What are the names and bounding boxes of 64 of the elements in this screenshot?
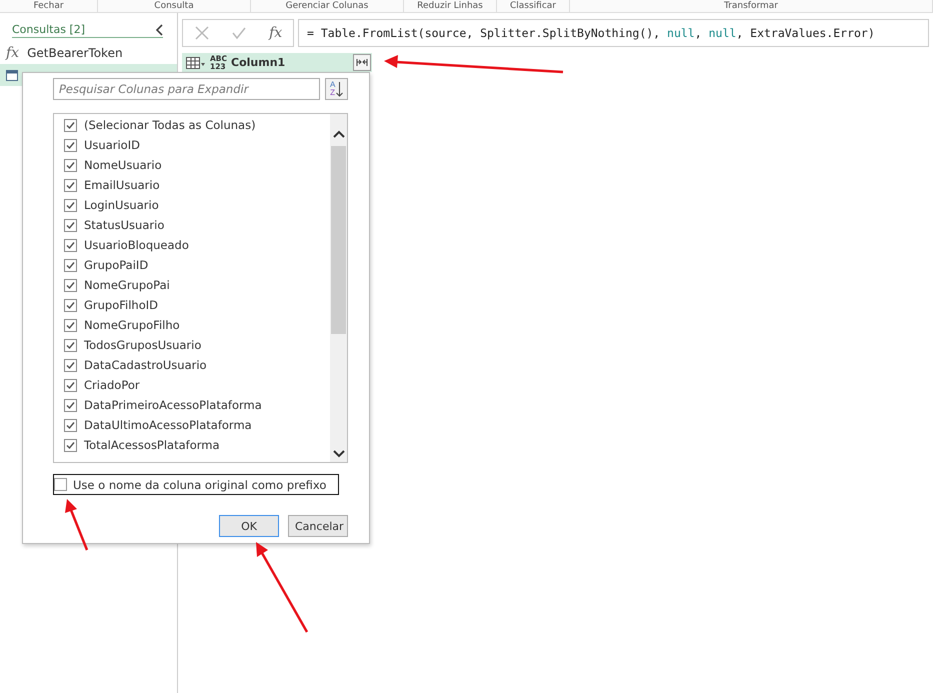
column-option[interactable]: DataUltimoAcessoPlataforma (54, 415, 330, 435)
scroll-down-icon[interactable] (332, 450, 344, 458)
queries-title: Consultas [2] (12, 23, 86, 36)
column-option[interactable]: CriadoPor (54, 375, 330, 395)
checkbox[interactable] (64, 358, 77, 372)
checkbox[interactable] (64, 318, 77, 332)
fx-icon[interactable]: fx (269, 25, 282, 41)
column-option[interactable]: GrupoPaiID (54, 255, 330, 275)
column-option[interactable]: GrupoFilhoID (54, 295, 330, 315)
checkbox[interactable] (64, 178, 77, 192)
column-option[interactable]: NomeUsuario (54, 155, 330, 175)
expand-icon (356, 58, 368, 67)
function-icon: fx (6, 45, 20, 61)
table-menu-icon[interactable] (186, 56, 206, 68)
checkbox[interactable] (64, 238, 77, 252)
scrollbar[interactable] (330, 114, 347, 462)
column-option[interactable]: DataCadastroUsuario (54, 355, 330, 375)
check-icon[interactable] (231, 25, 248, 41)
column-option[interactable]: NomeGrupoFilho (54, 315, 330, 335)
checkbox[interactable] (64, 118, 77, 132)
search-field[interactable]: Pesquisar Colunas para Expandir (53, 78, 320, 100)
column-option[interactable]: UsuarioID (54, 135, 330, 155)
checkbox[interactable] (64, 138, 77, 152)
ribbon-group-label: Transformar (570, 0, 933, 12)
column-option[interactable]: NomeGrupoPai (54, 275, 330, 295)
checkbox[interactable] (64, 378, 77, 392)
ribbon-group-label: Classificar (497, 0, 570, 12)
column-option[interactable]: EmailUsuario (54, 175, 330, 195)
column-option[interactable]: LoginUsuario (54, 195, 330, 215)
ribbon-group-label: Reduzir Linhas (404, 0, 497, 12)
column-option[interactable]: StatusUsuario (54, 215, 330, 235)
column-option[interactable]: DataPrimeiroAcessoPlataforma (54, 395, 330, 415)
cancel-button[interactable]: Cancelar (288, 515, 348, 537)
column-option[interactable]: (Selecionar Todas as Colunas) (54, 115, 330, 135)
ok-button[interactable]: OK (219, 515, 279, 537)
checkbox[interactable] (64, 418, 77, 432)
annotation-arrow (65, 499, 88, 550)
expand-button[interactable] (353, 54, 371, 71)
sort-button[interactable]: A Z (325, 78, 348, 100)
checkbox[interactable] (64, 278, 77, 292)
scroll-up-icon[interactable] (332, 130, 344, 138)
ribbon-group-label: Consulta (98, 0, 251, 12)
query-item[interactable]: fx GetBearerToken (0, 42, 177, 64)
formula-field[interactable]: = Table.FromList(source, Splitter.SplitByNothing(), null, null, ExtraValues.Error) (298, 19, 929, 47)
down-arrow-icon (336, 81, 344, 97)
checkbox[interactable] (64, 258, 77, 272)
column-option[interactable]: UsuarioBloqueado (54, 235, 330, 255)
column-name: Column1 (231, 56, 286, 69)
checkbox[interactable] (64, 298, 77, 312)
checkbox[interactable] (64, 158, 77, 172)
checkbox[interactable] (64, 218, 77, 232)
scrollbar-thumb[interactable] (331, 146, 346, 334)
checkbox[interactable] (64, 338, 77, 352)
column-option[interactable]: TotalAcessosPlataforma (54, 435, 330, 455)
table-icon (6, 70, 18, 80)
ribbon-group-label: Fechar (0, 0, 98, 12)
column-option[interactable]: TodosGruposUsuario (54, 335, 330, 355)
collapse-icon[interactable] (155, 24, 163, 36)
checkbox[interactable] (64, 438, 77, 452)
checkbox[interactable] (64, 398, 77, 412)
checkbox[interactable] (54, 478, 67, 491)
ribbon-group-label: Gerenciar Colunas (251, 0, 404, 12)
checkbox[interactable] (64, 198, 77, 212)
prefix-option[interactable]: Use o nome da coluna original como prefixo (53, 474, 339, 495)
